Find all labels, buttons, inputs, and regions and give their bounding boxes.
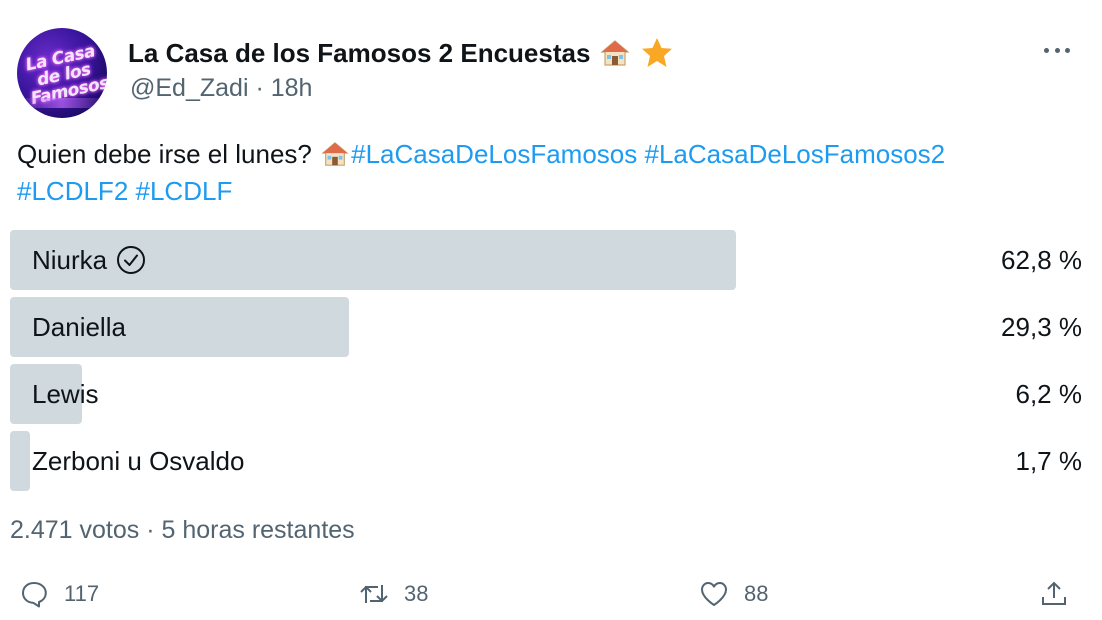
house-emoji-icon [600,40,631,66]
more-dot [1054,47,1060,53]
hashtag-link[interactable]: #LCDLF2 [17,176,128,206]
retweet-icon [360,585,388,603]
retweet-count: 38 [404,581,429,606]
poll-option-percent: 29,3 % [1001,311,1082,342]
poll-bar [10,431,30,491]
poll-votes: 2.471 votos [10,516,140,544]
hashtag-link[interactable]: #LaCasaDeLosFamosos [351,139,637,169]
poll-option-label-row: Niurka [32,230,147,290]
check-circle-icon [117,246,146,274]
poll-option-label: Zerboni u Osvaldo [32,445,245,476]
poll-option-percent: 62,8 % [1001,244,1082,275]
more-dot [1044,47,1049,53]
poll-option-label-row: Lewis [32,364,98,424]
tweet-text-prefix: Quien debe irse el lunes? [17,139,312,169]
reply-icon [22,582,47,608]
poll-option: Zerboni u Osvaldo 1,7 % [10,431,1090,491]
house-emoji-icon [321,142,349,166]
poll-option-label: Daniella [32,311,126,342]
poll-time-left: 5 horas restantes [161,516,355,544]
separator-dot: · [146,516,155,544]
more-icon[interactable] [1040,40,1074,60]
poll-option: Daniella 29,3 % [10,297,1090,357]
poll-option-label: Niurka [32,244,108,275]
like-button[interactable]: 88 [698,574,768,614]
handle-row: @Ed_Zadi · 18h [130,74,312,103]
separator-dot: · [255,74,264,102]
retweet-button[interactable]: 38 [358,574,428,614]
poll-option-label-row: Zerboni u Osvaldo [32,431,244,491]
tweet-time[interactable]: 18h [271,74,313,102]
like-icon [701,582,727,606]
display-name[interactable]: La Casa de los Famosos 2 Encuestas [128,38,590,69]
avatar[interactable]: La Casa de los Famosos [17,28,107,118]
star-emoji-icon [642,38,673,67]
hashtag-link[interactable]: #LCDLF [136,176,233,206]
poll-option-percent: 6,2 % [1015,378,1083,409]
poll-meta: 2.471 votos · 5 horas restantes [10,516,355,545]
poll-option: Lewis 6,2 % [10,364,1090,424]
author-name-row: La Casa de los Famosos 2 Encuestas [128,36,674,70]
tweet: La Casa de los Famosos La Casa de los Fa… [0,0,1102,620]
share-icon [1042,581,1066,605]
tweet-text: Quien debe irse el lunes? #LaCasaDeLosFa… [17,136,1087,210]
author-handle[interactable]: @Ed_Zadi [130,74,249,102]
share-button[interactable] [1038,574,1070,614]
reply-count: 117 [64,581,100,606]
poll-option-label: Lewis [32,378,99,409]
poll-option: Niurka 62,8 % [10,230,1090,290]
avatar-glow [17,98,107,108]
poll-option-percent: 1,7 % [1015,445,1083,476]
more-dot [1065,47,1070,53]
like-count: 88 [744,581,769,606]
poll-option-label-row: Daniella [32,297,126,357]
reply-button[interactable]: 117 [18,574,99,614]
hashtag-link[interactable]: #LaCasaDeLosFamosos2 [645,139,946,169]
